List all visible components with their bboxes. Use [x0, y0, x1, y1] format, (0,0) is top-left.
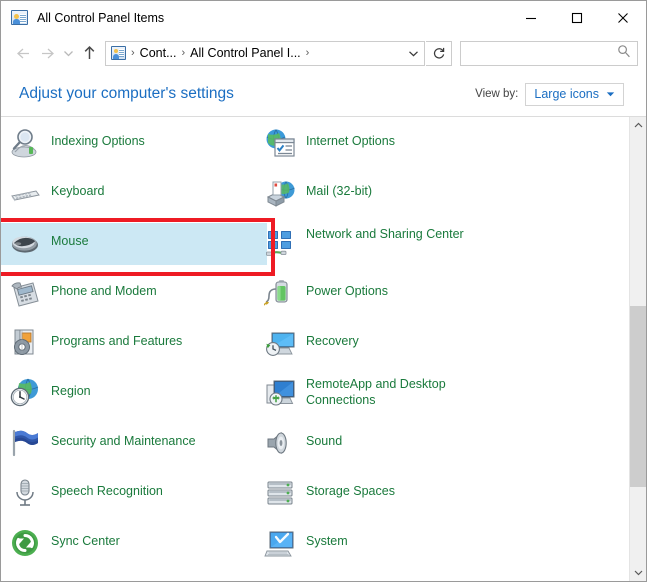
control-panel-item[interactable]: Speech Recognition	[1, 473, 267, 515]
header-strip: Adjust your computer's settings View by:…	[1, 72, 646, 116]
sound-icon	[264, 427, 296, 459]
control-panel-item-label: Security and Maintenance	[51, 426, 196, 449]
control-panel-item-label: Storage Spaces	[306, 476, 395, 499]
search-input[interactable]	[468, 46, 617, 60]
control-panel-item[interactable]: RemoteApp and Desktop Connections	[256, 373, 516, 415]
window-controls	[508, 1, 646, 34]
control-panel-item-label: Sound	[306, 426, 342, 449]
indexing-options-icon	[9, 127, 41, 159]
control-panel-item-label: Speech Recognition	[51, 476, 163, 499]
storage-spaces-icon	[264, 477, 296, 509]
control-panel-item[interactable]: Programs and Features	[1, 323, 267, 365]
control-panel-icon	[111, 46, 126, 60]
content-area: Indexing Options Internet Options Keyboard…	[1, 116, 646, 581]
control-panel-item[interactable]: Recovery	[256, 323, 516, 365]
security-maintenance-icon	[9, 427, 41, 459]
close-button[interactable]	[600, 1, 646, 34]
breadcrumb-item-0[interactable]: Cont...	[140, 46, 177, 60]
control-panel-item-label: Sync Center	[51, 526, 120, 549]
control-panel-item-label: Mail (32-bit)	[306, 176, 372, 199]
page-title: Adjust your computer's settings	[19, 85, 234, 103]
control-panel-item[interactable]: Indexing Options	[1, 123, 267, 165]
control-panel-item[interactable]: Phone and Modem	[1, 273, 267, 315]
breadcrumb-separator: ›	[131, 47, 135, 59]
control-panel-icon	[11, 10, 28, 25]
scrollbar-thumb[interactable]	[630, 306, 646, 487]
internet-options-icon	[264, 127, 296, 159]
control-panel-item-label: Recovery	[306, 326, 359, 349]
control-panel-item-label: Programs and Features	[51, 326, 182, 349]
view-by-value: Large icons	[534, 87, 599, 101]
search-icon	[617, 44, 631, 63]
control-panel-item[interactable]: Power Options	[256, 273, 516, 315]
back-button[interactable]	[11, 40, 35, 66]
control-panel-item-label: Phone and Modem	[51, 276, 157, 299]
control-panel-item[interactable]: Network and Sharing Center	[256, 223, 516, 265]
control-panel-items-grid: Indexing OptionsInternet OptionsKeyboard…	[1, 117, 629, 125]
window-title: All Control Panel Items	[37, 11, 164, 25]
control-panel-window: All Control Panel Items	[0, 0, 647, 582]
mail-icon	[264, 177, 296, 209]
address-bar: › Cont... › All Control Panel I... ›	[1, 34, 646, 72]
mouse-icon	[9, 227, 41, 259]
network-sharing-icon	[264, 227, 296, 259]
scroll-down-icon[interactable]	[630, 564, 647, 581]
control-panel-item-label: System	[306, 526, 348, 549]
view-by-dropdown[interactable]: Large icons	[525, 83, 624, 106]
system-icon	[264, 527, 296, 559]
keyboard-icon	[9, 177, 41, 209]
search-box[interactable]	[460, 41, 638, 66]
vertical-scrollbar[interactable]	[629, 117, 646, 581]
breadcrumb-item-1[interactable]: All Control Panel I...	[190, 46, 300, 60]
up-button[interactable]	[77, 40, 101, 66]
speech-recognition-icon	[9, 477, 41, 509]
breadcrumb-separator: ›	[182, 47, 186, 59]
control-panel-item[interactable]: Keyboard	[1, 173, 267, 215]
phone-modem-icon	[9, 277, 41, 309]
control-panel-item-label: Region	[51, 376, 91, 399]
power-options-icon	[264, 277, 296, 309]
control-panel-item-label: Power Options	[306, 276, 388, 299]
control-panel-item[interactable]: Internet Options	[256, 123, 516, 165]
refresh-button[interactable]	[426, 41, 452, 66]
chevron-down-icon	[606, 85, 615, 103]
control-panel-item[interactable]: Security and Maintenance	[1, 423, 267, 465]
forward-button[interactable]	[35, 40, 59, 66]
title-bar[interactable]: All Control Panel Items	[1, 1, 646, 34]
scroll-up-icon[interactable]	[630, 117, 647, 134]
region-icon	[9, 377, 41, 409]
control-panel-item[interactable]: Sync Center	[1, 523, 267, 565]
remoteapp-icon	[264, 377, 296, 409]
breadcrumb-separator: ›	[306, 47, 310, 59]
control-panel-item-label: Mouse	[51, 226, 89, 249]
recovery-icon	[264, 327, 296, 359]
view-by-label: View by:	[475, 88, 518, 100]
breadcrumb[interactable]: › Cont... › All Control Panel I... ›	[105, 41, 425, 66]
control-panel-item[interactable]: Mouse	[1, 223, 267, 265]
programs-features-icon	[9, 327, 41, 359]
control-panel-item[interactable]: Mail (32-bit)	[256, 173, 516, 215]
control-panel-item[interactable]: Storage Spaces	[256, 473, 516, 515]
recent-locations-button[interactable]	[59, 40, 77, 66]
control-panel-item[interactable]: Sound	[256, 423, 516, 465]
maximize-button[interactable]	[554, 1, 600, 34]
control-panel-item-label: Keyboard	[51, 176, 105, 199]
items-pane: Indexing Options Internet Options Keyboard…	[1, 117, 629, 581]
control-panel-item[interactable]: Region	[1, 373, 267, 415]
chevron-down-icon[interactable]	[402, 49, 424, 58]
scrollbar-track[interactable]	[630, 134, 646, 564]
minimize-button[interactable]	[508, 1, 554, 34]
control-panel-item-label: Internet Options	[306, 126, 395, 149]
view-by-group: View by: Large icons	[475, 83, 624, 106]
control-panel-item-label: Indexing Options	[51, 126, 145, 149]
control-panel-item-label: Network and Sharing Center	[306, 226, 464, 242]
sync-center-icon	[9, 527, 41, 559]
control-panel-item-label: RemoteApp and Desktop Connections	[306, 376, 476, 408]
control-panel-item[interactable]: System	[256, 523, 516, 565]
